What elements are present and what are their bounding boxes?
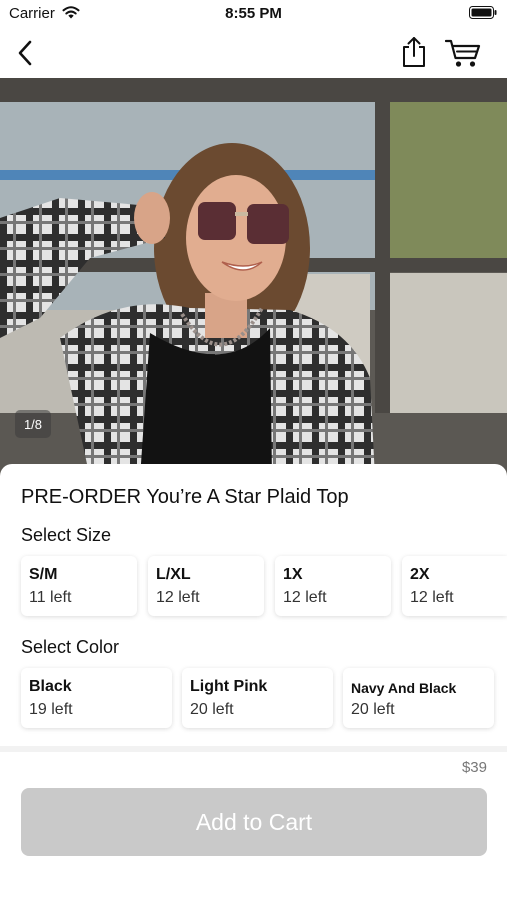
battery-icon (469, 6, 497, 19)
product-photo (0, 78, 507, 478)
size-option-name: 1X (283, 566, 303, 583)
color-option-name: Light Pink (190, 678, 268, 695)
cart-icon (445, 39, 481, 67)
size-option-name: S/M (29, 566, 58, 583)
color-option-stock: 20 left (351, 701, 395, 718)
product-sheet: PRE-ORDER You’re A Star Plaid Top Select… (0, 464, 507, 900)
color-option-name: Black (29, 678, 72, 695)
color-option-stock: 19 left (29, 701, 73, 718)
price-label: $39 (461, 759, 487, 776)
size-option-stock: 11 left (29, 589, 72, 606)
add-to-cart-button[interactable]: Add to Cart (21, 788, 487, 856)
cart-button[interactable] (444, 36, 482, 70)
product-title: PRE-ORDER You’re A Star Plaid Top (21, 486, 349, 508)
back-button[interactable] (10, 36, 40, 70)
size-option-name: 2X (410, 566, 430, 583)
status-time: 8:55 PM (225, 5, 282, 22)
size-option-sm[interactable]: S/M 11 left (21, 556, 137, 616)
share-button[interactable] (398, 34, 430, 70)
color-option-stock: 20 left (190, 701, 234, 718)
size-option-2x[interactable]: 2X 12 left (402, 556, 507, 616)
product-image[interactable]: 1/8 (0, 78, 507, 478)
color-option-black[interactable]: Black 19 left (21, 668, 172, 728)
color-section-label: Select Color (21, 637, 120, 657)
status-bar: Carrier 8:55 PM (0, 0, 507, 28)
color-option-name: Navy And Black (351, 680, 457, 696)
size-option-lxl[interactable]: L/XL 12 left (148, 556, 264, 616)
size-option-stock: 12 left (410, 589, 454, 606)
size-option-1x[interactable]: 1X 12 left (275, 556, 391, 616)
color-option-light-pink[interactable]: Light Pink 20 left (182, 668, 333, 728)
image-counter: 1/8 (15, 410, 51, 438)
chevron-left-icon (18, 40, 32, 66)
size-option-stock: 12 left (156, 589, 200, 606)
divider (0, 746, 507, 752)
size-option-stock: 12 left (283, 589, 327, 606)
nav-bar (0, 28, 507, 78)
share-icon (403, 37, 425, 67)
size-section-label: Select Size (21, 525, 112, 545)
size-option-name: L/XL (156, 566, 191, 583)
color-option-navy-and-black[interactable]: Navy And Black 20 left (343, 668, 494, 728)
